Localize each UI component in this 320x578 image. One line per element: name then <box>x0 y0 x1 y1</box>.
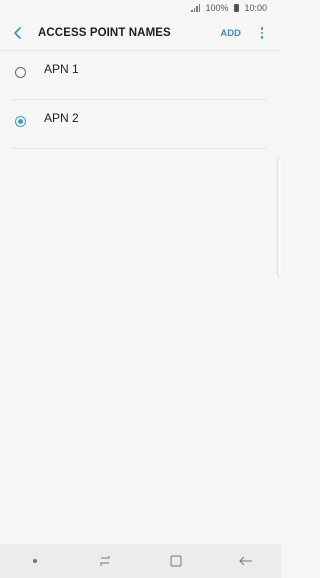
recent-apps-icon <box>100 556 110 566</box>
nav-back-button[interactable] <box>226 544 266 578</box>
apn-2-label: APN 2 <box>44 111 79 125</box>
apn-list: APN 1 APN 2 <box>12 51 267 149</box>
page-title: ACCESS POINT NAMES <box>38 27 171 39</box>
back-arrow-icon <box>239 556 252 566</box>
apn-1-radio[interactable] <box>15 67 26 78</box>
apn-item-1[interactable]: APN 1 <box>12 51 267 99</box>
battery-percent: 100% <box>205 3 229 13</box>
divider <box>12 148 267 149</box>
navigation-bar <box>0 544 281 578</box>
home-icon <box>170 555 182 567</box>
apn-1-label: APN 1 <box>44 62 79 76</box>
battery-icon <box>234 4 240 12</box>
more-vertical-icon <box>260 27 264 30</box>
edge-panel-handle[interactable] <box>277 157 281 277</box>
status-bar: 100% 10:00 <box>0 0 281 16</box>
apn-2-radio[interactable] <box>15 116 26 127</box>
add-button[interactable]: ADD <box>220 28 241 39</box>
apn-item-2[interactable]: APN 2 <box>12 100 267 148</box>
home-button[interactable] <box>156 544 196 578</box>
clock: 10:00 <box>244 3 267 13</box>
toolbar: ACCESS POINT NAMES ADD <box>0 16 281 50</box>
back-button[interactable] <box>0 16 36 50</box>
nav-dot-button[interactable] <box>15 544 55 578</box>
recent-apps-button[interactable] <box>85 544 125 578</box>
signal-icon <box>191 4 201 12</box>
more-options-button[interactable] <box>255 16 269 50</box>
dot-icon <box>33 559 38 563</box>
chevron-left-icon <box>14 27 21 39</box>
